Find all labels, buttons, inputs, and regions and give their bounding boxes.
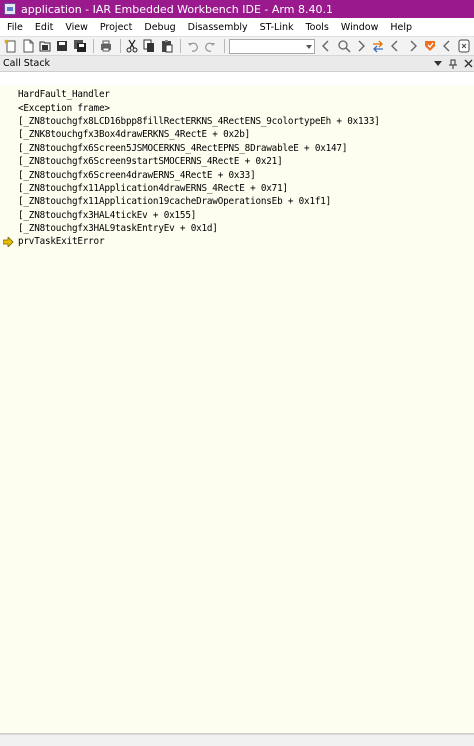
toolbar-separator	[119, 39, 121, 53]
new-workspace-icon[interactable]	[3, 38, 18, 54]
redo-icon[interactable]	[203, 38, 218, 54]
current-frame-arrow-icon	[3, 235, 18, 248]
call-stack-frame[interactable]: <Exception frame>	[3, 101, 473, 114]
menu-project[interactable]: Project	[94, 22, 139, 33]
frame-label: [_ZN8touchgfx6Screen4drawERNS_4RectE + 0…	[18, 169, 256, 181]
frame-marker-gutter	[3, 88, 18, 101]
status-bar	[0, 734, 474, 746]
find-previous-icon[interactable]	[319, 38, 334, 54]
frame-label: [_ZN8touchgfx11Application19cacheDrawOpe…	[18, 196, 332, 208]
frame-label: [_ZNK8touchgfx3Box4drawERKNS_4RectE + 0x…	[18, 129, 251, 141]
call-stack-frame[interactable]: prvTaskExitError	[3, 235, 473, 248]
frame-label: [_ZN8touchgfx6Screen5JSMOCERKNS_4RectEPN…	[18, 142, 348, 154]
menu-st-link[interactable]: ST-Link	[254, 22, 300, 33]
frame-marker-gutter	[3, 128, 18, 141]
frame-marker-gutter	[3, 142, 18, 155]
menu-window[interactable]: Window	[335, 22, 384, 33]
call-stack-panel-header: Call Stack	[0, 56, 474, 72]
navigate-forward-icon[interactable]	[405, 38, 420, 54]
frame-marker-gutter	[3, 115, 18, 128]
chevron-down-icon[interactable]	[305, 44, 312, 49]
save-all-icon[interactable]	[72, 38, 87, 54]
call-stack-frame[interactable]: [_ZN8touchgfx6Screen5JSMOCERKNS_4RectEPN…	[3, 142, 473, 155]
bookmark-shield-icon[interactable]	[422, 38, 437, 54]
call-stack-frame[interactable]: [_ZN8touchgfx3HAL9taskEntryEv + 0x1d]	[3, 222, 473, 235]
new-file-icon[interactable]	[20, 38, 35, 54]
navigate-back-2-icon[interactable]	[440, 38, 455, 54]
panel-title: Call Stack	[3, 58, 51, 69]
pin-icon[interactable]	[447, 58, 459, 70]
toolbar-separator	[93, 39, 95, 53]
frame-label: <Exception frame>	[18, 102, 110, 114]
save-icon[interactable]	[55, 38, 70, 54]
frame-label: prvTaskExitError	[18, 236, 105, 248]
open-file-icon[interactable]	[38, 38, 53, 54]
call-stack-frame[interactable]: [_ZN8touchgfx11Application19cacheDrawOpe…	[3, 195, 473, 208]
menu-bar: File Edit View Project Debug Disassembly…	[0, 18, 474, 36]
cut-icon[interactable]	[125, 38, 140, 54]
frame-label: [_ZN8touchgfx6Screen9startSMOCERNS_4Rect…	[18, 156, 283, 168]
menu-view[interactable]: View	[59, 22, 94, 33]
find-next-icon[interactable]	[353, 38, 368, 54]
frame-label: HardFault_Handler	[18, 89, 110, 101]
frame-marker-gutter	[3, 195, 18, 208]
call-stack-frame[interactable]: [_ZN8touchgfx3HAL4tickEv + 0x155]	[3, 209, 473, 222]
frame-label: [_ZN8touchgfx3HAL9taskEntryEv + 0x1d]	[18, 223, 218, 235]
frame-label: [_ZN8touchgfx8LCD16bpp8fillRectERKNS_4Re…	[18, 115, 380, 127]
frame-marker-gutter	[3, 169, 18, 182]
find-icon[interactable]	[336, 38, 351, 54]
copy-icon[interactable]	[142, 38, 157, 54]
mark-icon[interactable]	[457, 38, 472, 54]
call-stack-frame[interactable]: [_ZN8touchgfx6Screen9startSMOCERNS_4Rect…	[3, 155, 473, 168]
find-combo-box[interactable]	[228, 38, 315, 54]
frame-marker-gutter	[3, 182, 18, 195]
menu-help[interactable]: Help	[384, 22, 418, 33]
call-stack-frame[interactable]: [_ZN8touchgfx11Application4drawERNS_4Rec…	[3, 182, 473, 195]
replace-icon[interactable]	[370, 38, 385, 54]
call-stack-frame[interactable]: HardFault_Handler	[3, 88, 473, 101]
call-stack-frame[interactable]: [_ZN8touchgfx8LCD16bpp8fillRectERKNS_4Re…	[3, 115, 473, 128]
navigate-back-icon[interactable]	[388, 38, 403, 54]
panel-top-strip	[0, 72, 474, 85]
paste-icon[interactable]	[159, 38, 174, 54]
frame-marker-gutter	[3, 222, 18, 235]
menu-disassembly[interactable]: Disassembly	[182, 22, 254, 33]
undo-icon[interactable]	[185, 38, 200, 54]
title-bar[interactable]: application - IAR Embedded Workbench IDE…	[0, 0, 474, 18]
menu-debug[interactable]: Debug	[138, 22, 181, 33]
close-icon[interactable]	[462, 58, 474, 70]
call-stack-panel[interactable]: HardFault_Handler <Exception frame> [_ZN8t…	[0, 72, 474, 734]
menu-edit[interactable]: Edit	[29, 22, 59, 33]
frame-label: [_ZN8touchgfx11Application4drawERNS_4Rec…	[18, 182, 288, 194]
call-stack-frame[interactable]: [_ZN8touchgfx6Screen4drawERNS_4RectE + 0…	[3, 168, 473, 181]
menu-file[interactable]: File	[1, 22, 29, 33]
call-stack-frame[interactable]: [_ZNK8touchgfx3Box4drawERKNS_4RectE + 0x…	[3, 128, 473, 141]
call-stack-list: HardFault_Handler <Exception frame> [_ZN8t…	[3, 88, 473, 249]
menu-tools[interactable]: Tools	[299, 22, 334, 33]
toolbar-separator	[180, 39, 182, 53]
toolbar-separator	[223, 39, 225, 53]
frame-label: [_ZN8touchgfx3HAL4tickEv + 0x155]	[18, 209, 197, 221]
toolbar	[0, 36, 474, 56]
app-icon	[4, 3, 16, 15]
window-title: application - IAR Embedded Workbench IDE…	[21, 2, 333, 16]
frame-marker-gutter	[3, 102, 18, 115]
panel-menu-chevron-down-icon[interactable]	[432, 58, 444, 70]
frame-marker-gutter	[3, 209, 18, 222]
print-icon[interactable]	[98, 38, 113, 54]
frame-marker-gutter	[3, 155, 18, 168]
